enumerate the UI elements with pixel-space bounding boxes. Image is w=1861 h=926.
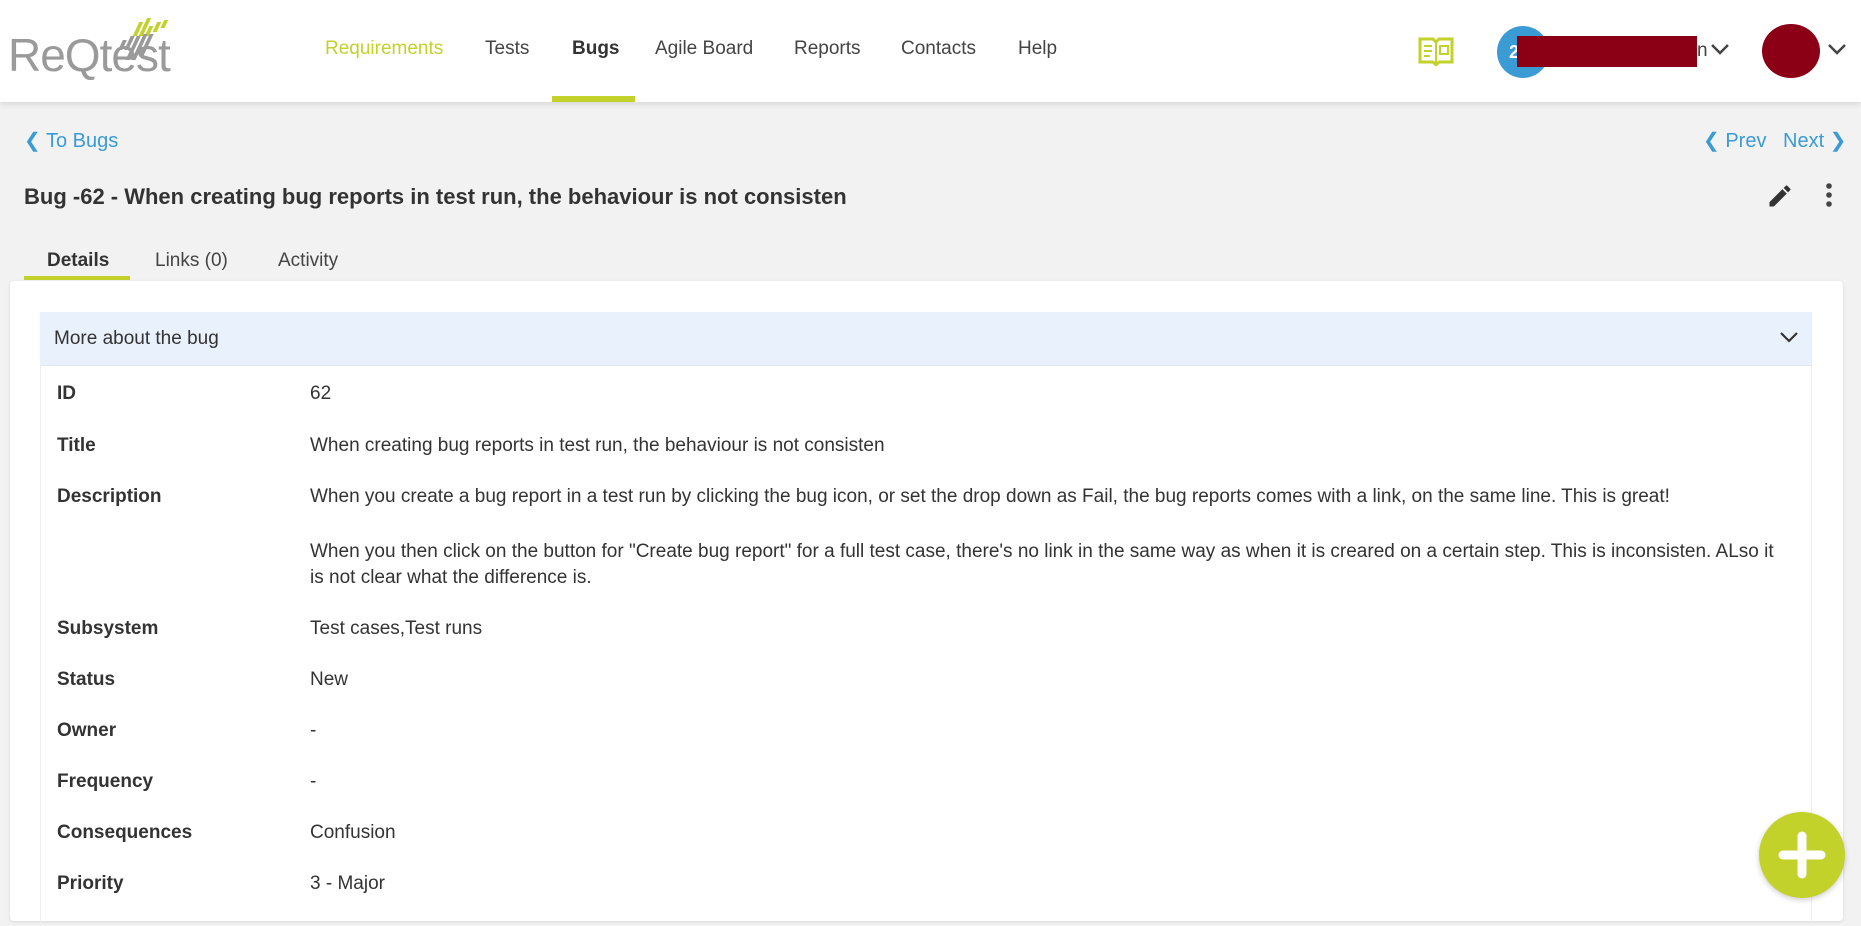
user-chevron-down-icon[interactable] [1827, 42, 1847, 56]
edit-pencil-icon[interactable] [1766, 182, 1794, 210]
page-title: Bug -62 - When creating bug reports in t… [24, 184, 847, 209]
redacted-project-name [1517, 36, 1697, 67]
section-header-more-about-bug[interactable]: More about the bug [40, 312, 1812, 366]
next-label: Next [1783, 130, 1825, 152]
project-chevron-down-icon[interactable] [1710, 42, 1730, 56]
section-title: More about the bug [54, 328, 219, 349]
field-value-status: New [310, 669, 349, 690]
back-to-bugs-link[interactable]: ❮ To Bugs [24, 128, 118, 153]
top-header: ReQtest Requirements Tests Bugs Agile Bo… [0, 0, 1861, 102]
chevron-left-icon: ❮ [24, 130, 46, 152]
field-label-status: Status [57, 669, 116, 690]
logo-text: ReQtest [8, 29, 171, 81]
user-avatar[interactable] [1762, 24, 1820, 78]
field-value-owner: - [310, 720, 317, 741]
nav-tests[interactable]: Tests [485, 38, 529, 60]
back-label: To Bugs [45, 130, 119, 152]
field-value-consequences: Confusion [310, 822, 396, 843]
plus-icon [1778, 831, 1826, 879]
reqtest-logo[interactable]: ReQtest [8, 14, 198, 84]
add-button[interactable] [1759, 812, 1845, 898]
field-label-owner: Owner [57, 720, 117, 741]
collapse-chevron-down-icon[interactable] [1778, 324, 1800, 350]
active-tab-indicator [24, 276, 130, 280]
nav-bugs[interactable]: Bugs [572, 38, 620, 60]
nav-agile-board[interactable]: Agile Board [655, 38, 753, 60]
field-label-consequences: Consequences [57, 822, 193, 843]
project-name-tail: n [1697, 40, 1708, 61]
field-label-subsystem: Subsystem [57, 618, 159, 639]
manual-book-icon[interactable] [1418, 36, 1454, 66]
nav-requirements[interactable]: Requirements [325, 38, 443, 60]
field-value-description: When you create a bug report in a test r… [310, 486, 1670, 507]
nav-help[interactable]: Help [1018, 38, 1057, 60]
field-label-priority: Priority [57, 873, 124, 894]
tab-details[interactable]: Details [47, 250, 109, 272]
chevron-right-icon: ❯ [1824, 130, 1847, 152]
prev-link[interactable]: ❮ Prev [1703, 128, 1766, 153]
field-label-title: Title [57, 435, 96, 456]
field-value-title: When creating bug reports in test run, t… [310, 435, 885, 456]
field-value-id: 62 [310, 383, 332, 404]
tab-activity[interactable]: Activity [278, 250, 338, 272]
next-link[interactable]: Next ❯ [1783, 128, 1846, 153]
field-value-frequency: - [310, 771, 317, 792]
active-nav-indicator [552, 96, 635, 102]
more-options-icon[interactable] [1821, 182, 1837, 210]
field-value-subsystem: Test cases,Test runs [310, 618, 483, 639]
field-label-id: ID [57, 383, 76, 404]
field-value-description-paragraph-2: When you then click on the button for "C… [310, 541, 1774, 588]
chevron-left-icon: ❮ [1703, 130, 1726, 152]
field-label-description: Description [57, 486, 162, 507]
field-value-priority: 3 - Major [310, 873, 385, 894]
nav-contacts[interactable]: Contacts [901, 38, 976, 60]
field-label-frequency: Frequency [57, 771, 154, 792]
nav-reports[interactable]: Reports [794, 38, 861, 60]
prev-label: Prev [1725, 130, 1767, 152]
tab-links[interactable]: Links (0) [155, 250, 228, 272]
